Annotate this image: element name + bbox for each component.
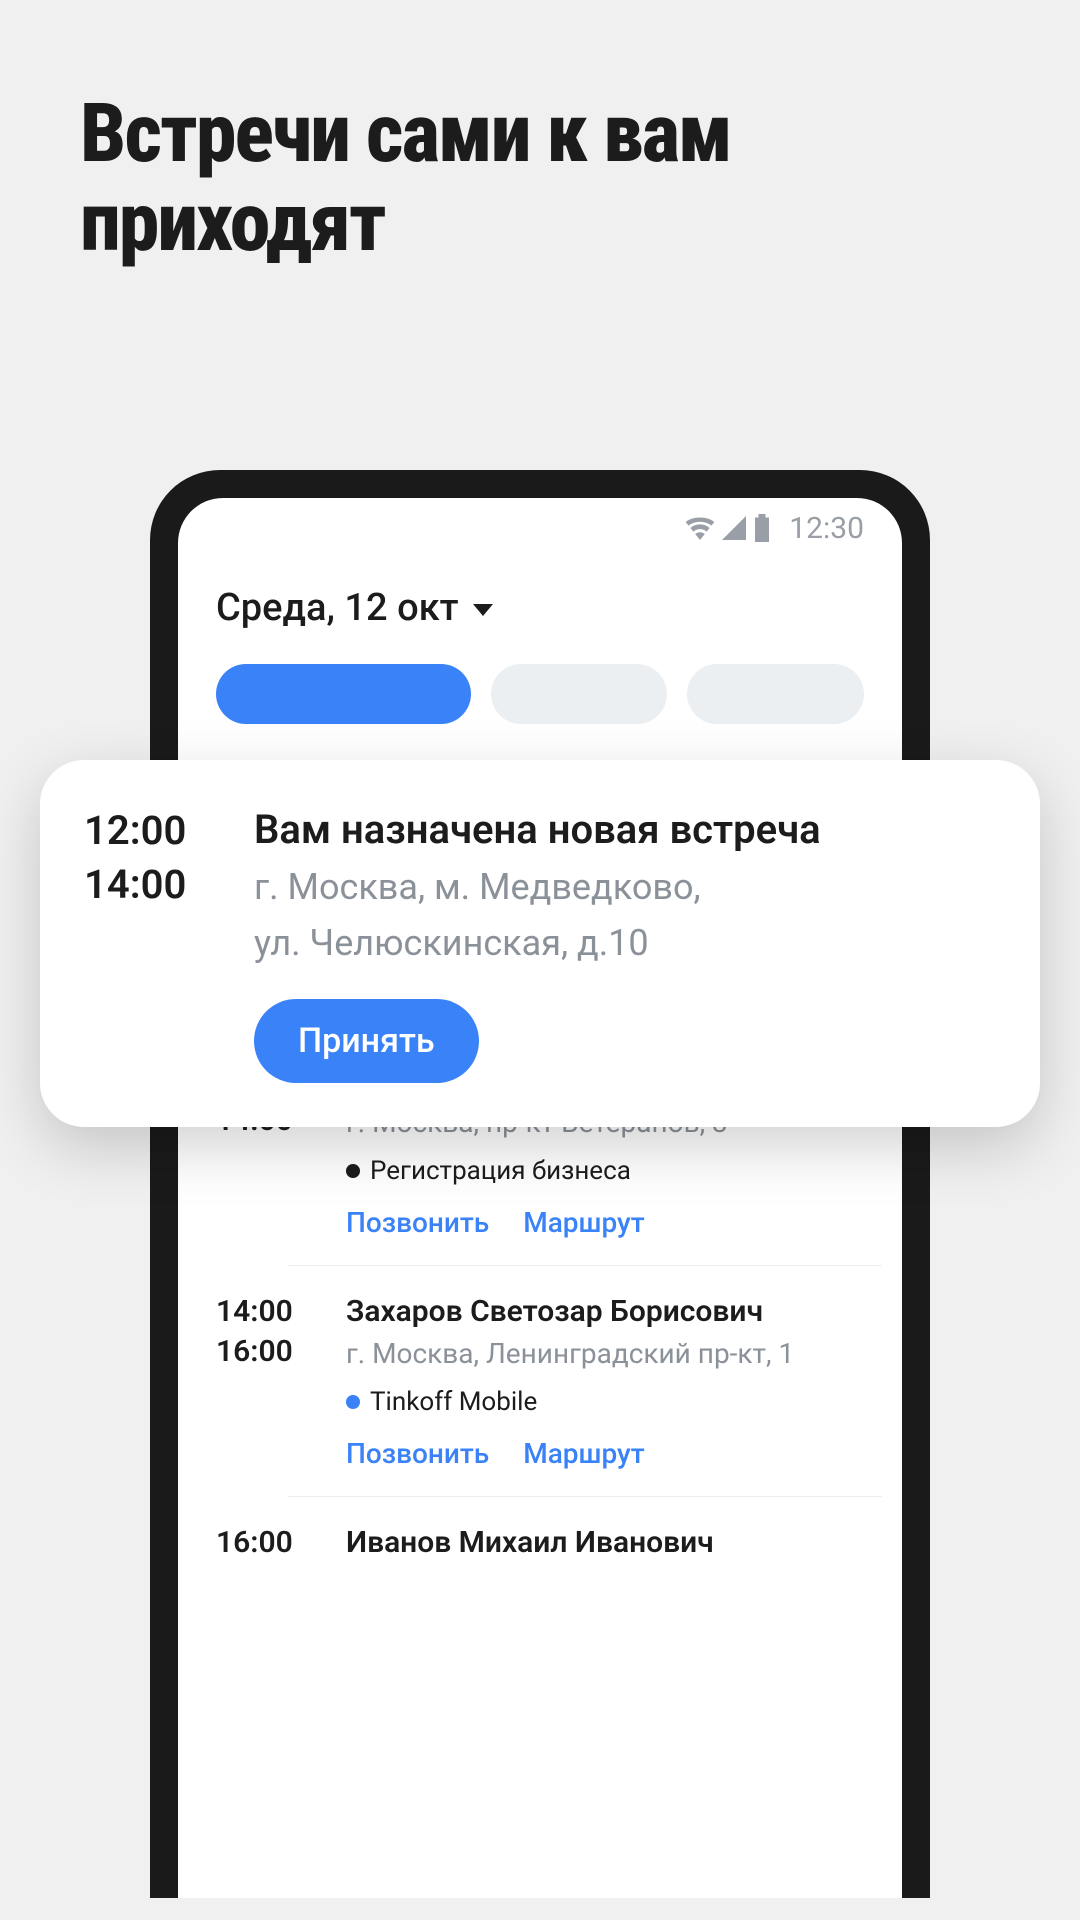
hero-line-1: Встречи сами к вам (80, 90, 1000, 179)
overlay-title: Вам назначена новая встреча (254, 804, 821, 856)
date-picker[interactable]: Среда, 12 окт (178, 558, 902, 664)
hero-title: Встречи сами к вам приходят (0, 0, 1080, 267)
meeting-tag: Регистрация бизнеса (346, 1156, 864, 1186)
meeting-title: Иванов Михаил Иванович (346, 1523, 864, 1564)
status-time: 12:30 (789, 511, 864, 546)
status-bar: 12:30 (178, 498, 902, 558)
accept-button[interactable]: Принять (254, 999, 479, 1083)
meeting-tag-label: Регистрация бизнеса (370, 1156, 631, 1186)
phone-screen: 12:30 Среда, 12 окт 12:00 14:00 (178, 498, 902, 1898)
meeting-actions: Позвонить Маршрут (346, 1437, 864, 1470)
meeting-title: Захаров Светозар Борисович (346, 1292, 864, 1333)
meeting-tag-label: Tinkoff Mobile (370, 1387, 537, 1417)
tab-active[interactable] (216, 664, 471, 724)
meeting-row[interactable]: 14:00 16:00 Захаров Светозар Борисович г… (288, 1266, 882, 1498)
tab-2[interactable] (491, 664, 668, 724)
overlay-end: 14:00 (84, 858, 254, 912)
route-button[interactable]: Маршрут (523, 1206, 644, 1239)
phone-frame: 12:30 Среда, 12 окт 12:00 14:00 (150, 470, 930, 1898)
meeting-time: 14:00 16:00 (216, 1292, 346, 1471)
overlay-content: Вам назначена новая встреча г. Москва, м… (254, 804, 821, 1083)
meeting-row[interactable]: 16:00 Иванов Михаил Иванович (288, 1497, 882, 1590)
chevron-down-icon (473, 604, 493, 616)
meeting-actions: Позвонить Маршрут (346, 1206, 864, 1239)
meeting-start: 16:00 (216, 1523, 346, 1564)
cellular-icon (721, 516, 747, 540)
wifi-icon (685, 516, 715, 540)
date-label: Среда, 12 окт (216, 586, 459, 630)
route-button[interactable]: Маршрут (523, 1437, 644, 1470)
new-meeting-card: 12:00 14:00 Вам назначена новая встреча … (40, 760, 1040, 1127)
meeting-tag: Tinkoff Mobile (346, 1387, 864, 1417)
battery-icon (753, 514, 771, 542)
meeting-end: 16:00 (216, 1332, 346, 1373)
overlay-start: 12:00 (84, 804, 254, 858)
meeting-start: 14:00 (216, 1292, 346, 1333)
dot-icon (346, 1164, 360, 1178)
meeting-address: г. Москва, Ленинградский пр-кт, 1 (346, 1334, 864, 1373)
overlay-time: 12:00 14:00 (84, 804, 254, 1083)
dot-icon (346, 1395, 360, 1409)
filter-tabs (178, 664, 902, 724)
meeting-content: Иванов Михаил Иванович (346, 1523, 864, 1564)
meeting-time: 16:00 (216, 1523, 346, 1564)
hero-line-2: приходят (80, 179, 1000, 268)
call-button[interactable]: Позвонить (346, 1206, 489, 1239)
overlay-address-2: ул. Челюскинская, д.10 (254, 918, 821, 968)
phone-mockup: 12:30 Среда, 12 окт 12:00 14:00 (150, 470, 930, 1898)
call-button[interactable]: Позвонить (346, 1437, 489, 1470)
meeting-content: Захаров Светозар Борисович г. Москва, Ле… (346, 1292, 864, 1471)
tab-3[interactable] (687, 664, 864, 724)
status-icons (685, 514, 771, 542)
overlay-address-1: г. Москва, м. Медведково, (254, 862, 821, 912)
